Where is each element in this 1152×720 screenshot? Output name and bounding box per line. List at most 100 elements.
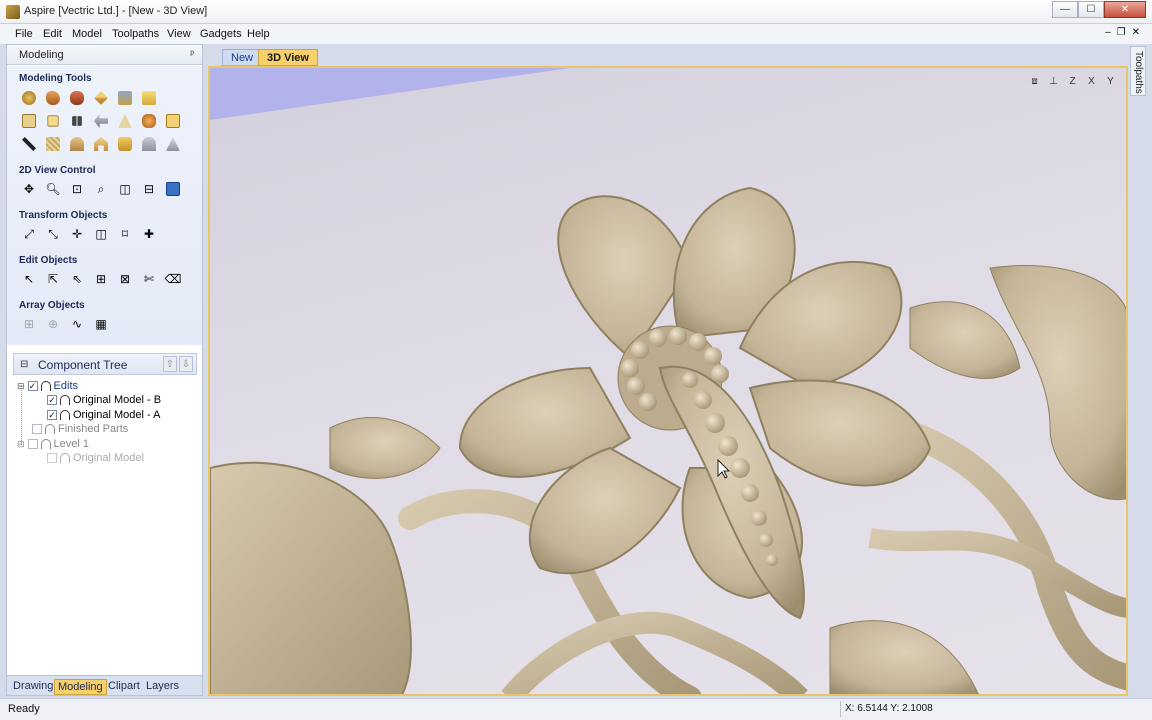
arrow-move-icon[interactable] (92, 112, 110, 130)
title-bar: Aspire [Vectric Ltd.] - [New - 3D View] … (0, 0, 1152, 24)
block-copy-icon[interactable]: ⊞ (20, 315, 38, 333)
triangle-tool-icon[interactable] (116, 112, 134, 130)
transform-row: ⤢ ⤡ ✛ ◫ ⌑ ✚ (20, 225, 158, 243)
expand-level-icon[interactable]: ⊟ (17, 439, 25, 450)
tab-modeling[interactable]: Modeling (54, 679, 107, 695)
view-iso-icon[interactable]: ⧈ (1027, 74, 1042, 89)
horizontal-split-icon[interactable]: ⊟ (140, 180, 158, 198)
expand-edits-icon[interactable]: ⊟ (17, 381, 25, 392)
mirror-icon[interactable] (68, 112, 86, 130)
menu-edit[interactable]: Edit (43, 28, 62, 40)
menu-model[interactable]: Model (72, 28, 102, 40)
3d-view-viewport[interactable]: ⧈ ⊥ Z X Y (208, 66, 1128, 696)
open-folder-icon[interactable] (140, 89, 158, 107)
copy-along-vector-icon[interactable]: ∿ (68, 315, 86, 333)
component-box-icon[interactable] (20, 112, 38, 130)
tree-item-original-model[interactable]: Original Model (47, 451, 144, 465)
modeling-panel: Modeling ᵖ Modeling Tools 2D View Contro… (6, 44, 203, 696)
maximize-button[interactable]: ☐ (1078, 1, 1104, 18)
menu-view[interactable]: View (167, 28, 191, 40)
extrude-icon[interactable] (68, 89, 86, 107)
mdi-close-button[interactable]: ✕ (1132, 27, 1140, 38)
eraser-icon[interactable]: ⌫ (164, 270, 182, 288)
move-icon[interactable]: ⤢ (20, 225, 38, 243)
ungroup-icon[interactable]: ⊠ (116, 270, 134, 288)
edit-row: ↖ ⇱ ⇖ ⊞ ⊠ ✄ ⌫ (20, 270, 182, 288)
group-icon[interactable]: ⊞ (92, 270, 110, 288)
tree-item-original-model-a[interactable]: ✓ Original Model - A (47, 408, 160, 422)
menu-gadgets[interactable]: Gadgets (200, 28, 242, 40)
mirror-objects-icon[interactable]: ◫ (92, 225, 110, 243)
trim-icon[interactable]: ✄ (140, 270, 158, 288)
edits-checkbox[interactable]: ✓ (27, 381, 38, 391)
node-edit-icon[interactable]: ⇱ (44, 270, 62, 288)
window-icon[interactable] (164, 180, 182, 198)
array-row: ⊞ ⊕ ∿ ▦ (20, 315, 110, 333)
dome-icon[interactable] (68, 135, 86, 153)
tree-item-original-model-b[interactable]: ✓ Original Model - B (47, 393, 161, 407)
pan-icon[interactable]: ✥ (20, 180, 38, 198)
scale-icon[interactable]: ⤡ (44, 225, 62, 243)
zoom-icon[interactable]: 🔍︎ (44, 180, 62, 198)
original-model-checkbox[interactable] (47, 453, 57, 463)
section-transform-objects: Transform Objects (19, 210, 108, 221)
slice-icon[interactable] (116, 89, 134, 107)
section-modeling-tools: Modeling Tools (19, 73, 92, 84)
tab-layers[interactable]: Layers (143, 679, 182, 693)
tab-3d-view[interactable]: 3D View (258, 49, 318, 66)
level-icon (40, 439, 51, 449)
menu-file[interactable]: File (15, 28, 33, 40)
page-icon[interactable] (164, 112, 182, 130)
align-icon[interactable]: ✛ (68, 225, 86, 243)
lock-icon[interactable] (116, 135, 134, 153)
arch-icon[interactable] (92, 135, 110, 153)
sculpt-icon[interactable] (92, 89, 110, 107)
level-1-checkbox[interactable] (27, 439, 38, 449)
split-view-icon[interactable]: ◫ (116, 180, 134, 198)
mdi-restore-button[interactable]: ❐ (1117, 27, 1126, 38)
toolpaths-dock-tab[interactable]: Toolpaths (1130, 46, 1146, 96)
model-b-checkbox[interactable]: ✓ (47, 395, 57, 405)
move-down-icon[interactable]: ⇩ (179, 356, 193, 372)
tab-clipart[interactable]: Clipart (105, 679, 143, 693)
circular-copy-icon[interactable]: ⊕ (44, 315, 62, 333)
texture-icon[interactable] (44, 135, 62, 153)
zoom-extents-icon[interactable]: ⌕ (92, 180, 110, 198)
tree-item-finished-parts[interactable]: Finished Parts (32, 422, 128, 436)
model-a-checkbox[interactable]: ✓ (47, 410, 57, 420)
blend-icon[interactable] (140, 112, 158, 130)
minimize-button[interactable]: — (1052, 1, 1078, 18)
collapse-icon[interactable]: ⊟ (20, 359, 28, 370)
wrench-icon[interactable] (20, 135, 38, 153)
tree-item-level-1[interactable]: ⊟ Level 1 (17, 437, 89, 451)
nesting-icon[interactable]: ▦ (92, 315, 110, 333)
select-icon[interactable]: ↖ (20, 270, 38, 288)
view-x-icon[interactable]: X (1084, 74, 1099, 89)
close-button[interactable]: ✕ (1104, 1, 1146, 18)
view-y-icon[interactable]: Y (1103, 74, 1118, 89)
move-up-icon[interactable]: ⇧ (163, 356, 177, 372)
zoom-box-icon[interactable]: ⊡ (68, 180, 86, 198)
tree-item-edits[interactable]: ⊟ ✓ Edits (17, 379, 78, 393)
snap-icon[interactable]: ✚ (140, 225, 158, 243)
view-axis-icon[interactable]: ⊥ (1046, 74, 1061, 89)
transform-select-icon[interactable]: ⇖ (68, 270, 86, 288)
menu-toolpaths[interactable]: Toolpaths (112, 28, 159, 40)
menu-bar: File Edit Model Toolpaths View Gadgets H… (0, 24, 1152, 44)
two-rail-sweep-icon[interactable] (44, 89, 62, 107)
tree-label-edits: Edits (53, 380, 79, 392)
view-z-icon[interactable]: Z (1065, 74, 1080, 89)
finished-parts-checkbox[interactable] (32, 424, 42, 434)
pin-icon[interactable]: ᵖ (190, 49, 194, 60)
hill-icon[interactable] (140, 135, 158, 153)
component-square-icon[interactable] (44, 112, 62, 130)
tab-drawing[interactable]: Drawing (10, 679, 56, 693)
menu-help[interactable]: Help (247, 28, 270, 40)
mdi-minimize-button[interactable]: – (1105, 27, 1111, 38)
cone-icon[interactable] (164, 135, 182, 153)
distort-icon[interactable]: ⌑ (116, 225, 134, 243)
create-shape-tool-icon[interactable] (20, 89, 38, 107)
stem-right-2 (868, 528, 1126, 618)
tab-new[interactable]: New (222, 49, 263, 66)
component-icon (60, 453, 70, 463)
